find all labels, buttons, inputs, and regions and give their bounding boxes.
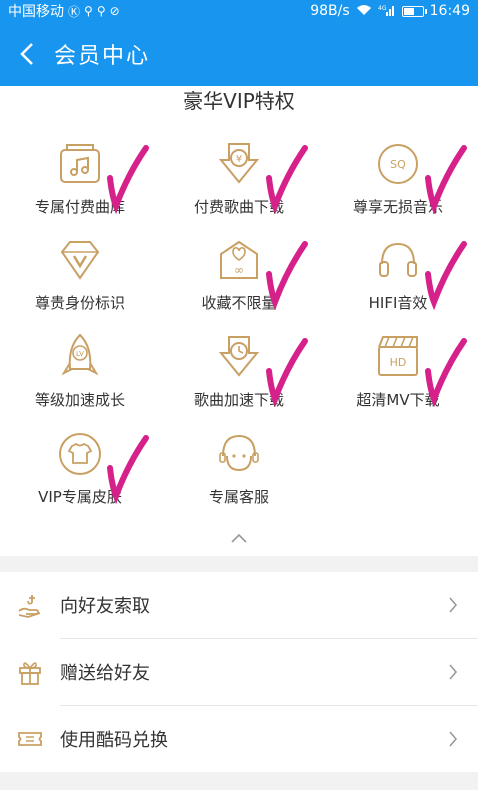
usb-icon-2: ⚲ xyxy=(96,4,106,18)
privilege-label: 专属付费曲库 xyxy=(34,198,125,216)
svg-text:¥: ¥ xyxy=(236,154,242,165)
chevron-right-icon xyxy=(428,730,478,748)
privilege-item[interactable]: SQ 尊享无损音乐 xyxy=(318,136,478,226)
privilege-item[interactable]: VIP专属皮肤 xyxy=(0,426,160,516)
privilege-item[interactable]: ¥ 付费歌曲下载 xyxy=(159,136,319,226)
privilege-item[interactable]: 专属客服 xyxy=(159,426,319,516)
network-type: 4G xyxy=(378,5,387,12)
check-circle-icon: ⊘ xyxy=(109,4,120,18)
gift-icon xyxy=(0,658,60,686)
hd-clapper-icon: HD xyxy=(370,329,426,385)
action-label: 向好友索取 xyxy=(60,596,150,617)
bottom-spacer xyxy=(0,772,478,790)
chevron-up-icon xyxy=(231,533,247,543)
privilege-item[interactable]: HD 超清MV下载 xyxy=(318,329,478,419)
unlimited-favorites-icon: ∞ xyxy=(211,232,267,288)
privilege-label: HIFI音效 xyxy=(368,294,428,312)
privilege-label: VIP专属皮肤 xyxy=(38,488,122,506)
hand-request-icon xyxy=(0,591,60,619)
collapse-button[interactable] xyxy=(224,528,254,548)
paid-download-icon: ¥ xyxy=(211,136,267,192)
vip-privileges-panel: 豪华VIP特权 专属付费曲库 ¥ 付费歌曲下载 SQ 尊享无损音乐尊贵身份标识 ∞ 收藏不限… xyxy=(0,86,478,556)
chevron-right-icon xyxy=(428,596,478,614)
tshirt-skin-icon xyxy=(52,426,108,482)
privilege-label: 尊享无损音乐 xyxy=(352,198,443,216)
back-button[interactable] xyxy=(0,22,54,86)
usb-icon: ⚲ xyxy=(84,4,93,18)
diamond-v-icon xyxy=(52,232,108,288)
app-header: 会员中心 xyxy=(0,22,478,86)
privilege-item[interactable]: 专属付费曲库 xyxy=(0,136,160,226)
clock: 16:49 xyxy=(429,3,470,19)
carrier-label: 中国移动 xyxy=(8,4,64,20)
ticket-icon xyxy=(0,725,60,753)
privilege-label: 付费歌曲下载 xyxy=(193,198,284,216)
privilege-item[interactable]: HIFI音效 xyxy=(318,232,478,322)
redeem-code-row[interactable]: 使用酷码兑换 xyxy=(0,706,478,772)
privilege-label: 歌曲加速下载 xyxy=(193,391,284,409)
customer-service-icon xyxy=(211,426,267,482)
sq-lossless-icon: SQ xyxy=(370,136,426,192)
send-to-friend-row[interactable]: 赠送给好友 xyxy=(0,639,478,705)
privilege-label: 收藏不限量 xyxy=(201,294,277,312)
action-label: 使用酷码兑换 xyxy=(60,730,168,751)
privilege-label: 等级加速成长 xyxy=(34,391,125,409)
request-from-friend-row[interactable]: 向好友索取 xyxy=(0,572,478,638)
svg-text:∞: ∞ xyxy=(234,263,244,277)
gift-actions-list: 向好友索取 赠送给好友 使用酷码兑换 xyxy=(0,572,478,772)
svg-text:SQ: SQ xyxy=(390,158,406,171)
privilege-label: 尊贵身份标识 xyxy=(34,294,125,312)
privilege-label: 超清MV下载 xyxy=(356,391,440,409)
chevron-right-icon xyxy=(428,663,478,681)
action-label: 赠送给好友 xyxy=(60,663,150,684)
headphones-icon xyxy=(370,232,426,288)
k-icon: Ⓚ xyxy=(68,4,81,19)
privilege-item[interactable]: 尊贵身份标识 xyxy=(0,232,160,322)
privileges-title: 豪华VIP特权 xyxy=(183,89,295,113)
privilege-label: 专属客服 xyxy=(208,488,269,506)
network-speed: 98B/s xyxy=(310,3,350,19)
page-title: 会员中心 xyxy=(54,44,151,69)
battery-icon xyxy=(401,5,427,17)
privilege-item[interactable]: 歌曲加速下载 xyxy=(159,329,319,419)
status-bar: 中国移动 Ⓚ ⚲ ⚲ ⊘ 98B/s 4G 16:49 xyxy=(0,0,478,22)
wifi-icon xyxy=(356,4,372,19)
chevron-left-icon xyxy=(20,43,33,65)
signal-icon: 4G xyxy=(378,4,396,19)
music-library-icon xyxy=(52,136,108,192)
svg-text:HD: HD xyxy=(390,356,407,369)
rocket-lv-icon: LV xyxy=(52,329,108,385)
svg-text:LV: LV xyxy=(76,350,84,358)
fast-download-icon xyxy=(211,329,267,385)
privilege-item[interactable]: LV 等级加速成长 xyxy=(0,329,160,419)
privilege-item[interactable]: ∞ 收藏不限量 xyxy=(159,232,319,322)
